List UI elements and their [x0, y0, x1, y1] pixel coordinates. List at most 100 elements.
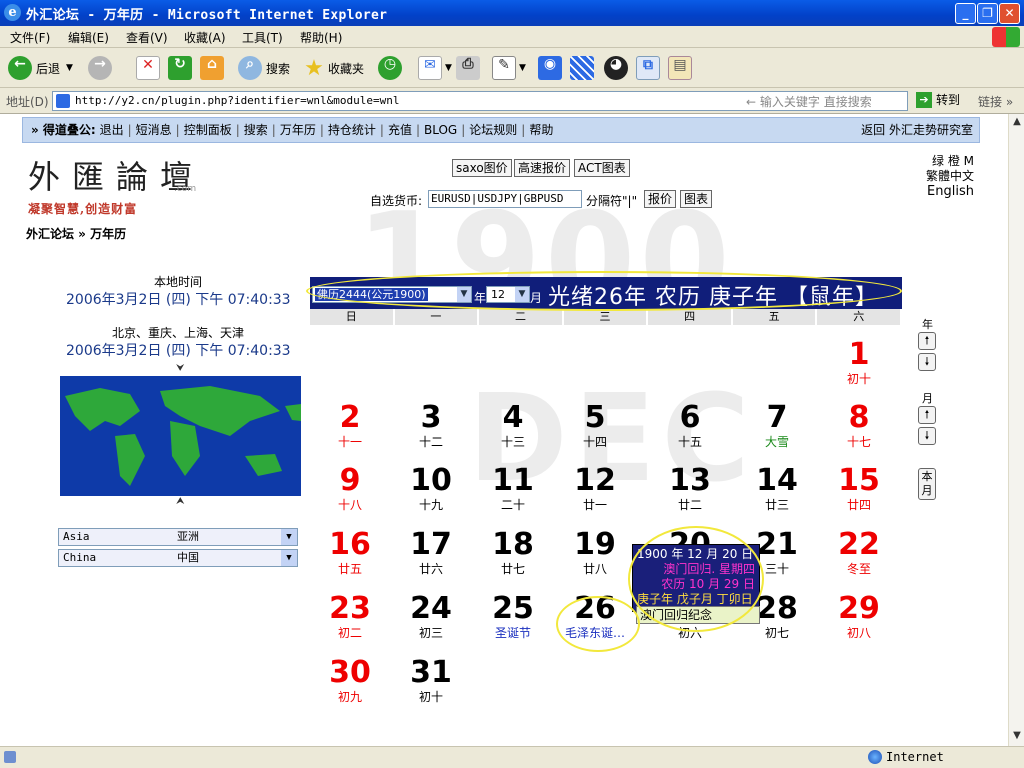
- day-number: 16: [329, 527, 371, 562]
- copy-button[interactable]: ⧉: [636, 54, 660, 82]
- calendar-day[interactable]: 8 十七: [819, 401, 899, 450]
- print-button[interactable]: ⎙: [456, 54, 480, 82]
- tooltip-ganzhi: 庚子年 戊子月 丁卯日: [637, 592, 753, 606]
- calendar-day[interactable]: 10 十九: [391, 464, 471, 513]
- calendar-day[interactable]: 11 二十: [473, 464, 553, 513]
- minimize-button[interactable]: _: [955, 3, 976, 24]
- stop-button[interactable]: ✕: [136, 54, 160, 82]
- calendar-day[interactable]: 24 初三: [391, 592, 471, 641]
- day-number: 25: [492, 591, 534, 626]
- lunar-day: 初八: [846, 626, 871, 640]
- year-select[interactable]: 佛历2444(公元1900) ▼: [312, 286, 472, 303]
- currency-input[interactable]: EURUSD|USDJPY|GBPUSD: [428, 190, 582, 208]
- theme-links[interactable]: 绿 橙 M: [924, 154, 974, 169]
- calendar-day[interactable]: 31 初十: [391, 656, 471, 705]
- calendar-day[interactable]: 17 廿六: [391, 528, 471, 577]
- calendar-day[interactable]: 23 初二: [310, 592, 390, 641]
- search-button[interactable]: ⌕ 搜索: [238, 54, 290, 82]
- year-down-button[interactable]: 🠗: [918, 353, 936, 371]
- keyword-search-hint[interactable]: ← 输入关键字 直接搜索: [746, 93, 872, 110]
- links-button[interactable]: 链接 »: [978, 93, 1013, 110]
- nav-link[interactable]: 短消息: [136, 123, 172, 137]
- messenger-button[interactable]: ◉: [538, 54, 562, 82]
- continent-select[interactable]: Asia 亚洲 ▼: [58, 528, 298, 546]
- this-month-button[interactable]: 本月: [918, 468, 936, 500]
- day-number: 19: [574, 527, 616, 562]
- world-map[interactable]: [60, 376, 301, 496]
- close-button[interactable]: ✕: [999, 3, 1020, 24]
- saxo-chart-button[interactable]: saxo图价: [452, 159, 512, 177]
- month-down-button[interactable]: 🠗: [918, 427, 936, 445]
- calendar-day[interactable]: 4 十三: [473, 401, 553, 450]
- home-button[interactable]: ⌂: [200, 54, 224, 82]
- nav-back-link[interactable]: 返回 外汇走势研究室: [861, 118, 973, 142]
- nav-link[interactable]: 万年历: [280, 123, 316, 137]
- act-chart-button[interactable]: ACT图表: [574, 159, 630, 177]
- menu-tools[interactable]: 工具(T): [242, 29, 283, 46]
- calendar-day[interactable]: 2 十一: [310, 401, 390, 450]
- menu-favorites[interactable]: 收藏(A): [184, 29, 226, 46]
- lunar-day: 廿一: [582, 498, 607, 512]
- month-up-button[interactable]: 🠕: [918, 406, 936, 424]
- nav-link[interactable]: 论坛规则: [469, 123, 517, 137]
- traditional-chinese-link[interactable]: 繁體中文: [924, 169, 974, 184]
- calendar-day[interactable]: 13 廿二: [650, 464, 730, 513]
- paste-button[interactable]: ▤: [668, 54, 692, 82]
- site-logo[interactable]: 外匯論壇 凝聚智慧,创造财富 .com: [28, 152, 204, 217]
- calendar-day[interactable]: 14 廿三: [737, 464, 817, 513]
- refresh-button[interactable]: ↻: [168, 54, 192, 82]
- nav-link[interactable]: 控制面板: [184, 123, 232, 137]
- history-button[interactable]: ◷: [378, 54, 402, 82]
- calendar-day[interactable]: 15 廿四: [819, 464, 899, 513]
- nav-link[interactable]: 帮助: [529, 123, 553, 137]
- chart-button[interactable]: 图表: [680, 190, 713, 208]
- menu-edit[interactable]: 编辑(E): [68, 29, 109, 46]
- calendar-day[interactable]: 29 初八: [819, 592, 899, 641]
- day-number: 8: [848, 400, 870, 435]
- forward-button[interactable]: →: [88, 54, 112, 82]
- edit-icon: ✎: [492, 56, 516, 80]
- scroll-down-icon[interactable]: ▼: [1011, 730, 1023, 744]
- calendar-day[interactable]: 18 廿七: [473, 528, 553, 577]
- vertical-scrollbar[interactable]: ▲ ▼: [1008, 114, 1024, 746]
- year-select-value: 佛历2444(公元1900): [315, 288, 428, 301]
- calendar-day[interactable]: 19 廿八: [555, 528, 635, 577]
- calendar-day[interactable]: 16 廿五: [310, 528, 390, 577]
- calendar-day[interactable]: 12 廿一: [555, 464, 635, 513]
- mail-button[interactable]: ✉ ▼: [418, 54, 452, 82]
- calendar-day[interactable]: 6 十五: [650, 401, 730, 450]
- lunar-day: 廿七: [500, 562, 525, 576]
- menu-view[interactable]: 查看(V): [126, 29, 168, 46]
- year-up-button[interactable]: 🠕: [918, 332, 936, 350]
- calendar-day[interactable]: 30 初九: [310, 656, 390, 705]
- quote-button[interactable]: 报价: [644, 190, 677, 208]
- nav-link[interactable]: 退出: [100, 123, 124, 137]
- calendar-day[interactable]: 5 十四: [555, 401, 635, 450]
- nav-link[interactable]: BLOG: [424, 123, 457, 137]
- nav-link[interactable]: 充值: [388, 123, 412, 137]
- calendar-day[interactable]: 22 冬至: [819, 528, 899, 577]
- edit-button[interactable]: ✎ ▼: [492, 54, 526, 82]
- fast-quote-button[interactable]: 高速报价: [514, 159, 571, 177]
- calendar-day[interactable]: 25 圣诞节: [473, 592, 553, 641]
- english-link[interactable]: English: [924, 184, 974, 199]
- calendar-day[interactable]: 9 十八: [310, 464, 390, 513]
- calendar-day[interactable]: 26 毛泽东诞…: [555, 592, 635, 641]
- research-button[interactable]: [570, 54, 594, 82]
- calendar-day[interactable]: 3 十二: [391, 401, 471, 450]
- back-button[interactable]: ← 后退 ▼: [8, 54, 73, 82]
- calendar-day[interactable]: 7 大雪: [737, 401, 817, 450]
- calendar-day[interactable]: 1 初十: [819, 338, 899, 387]
- go-button[interactable]: ➔ 转到: [916, 91, 960, 108]
- menu-help[interactable]: 帮助(H): [300, 29, 342, 46]
- lunar-day: 冬至: [846, 562, 871, 576]
- maximize-button[interactable]: ❐: [977, 3, 998, 24]
- country-select[interactable]: China 中国 ▼: [58, 549, 298, 567]
- nav-link[interactable]: 持仓统计: [328, 123, 376, 137]
- month-select[interactable]: 12 ▼: [486, 286, 530, 303]
- menu-file[interactable]: 文件(F): [10, 29, 50, 46]
- qq-button[interactable]: ◕: [604, 54, 628, 82]
- favorites-button[interactable]: ★ 收藏夹: [302, 54, 364, 82]
- nav-link[interactable]: 搜索: [244, 123, 268, 137]
- scroll-up-icon[interactable]: ▲: [1011, 116, 1023, 130]
